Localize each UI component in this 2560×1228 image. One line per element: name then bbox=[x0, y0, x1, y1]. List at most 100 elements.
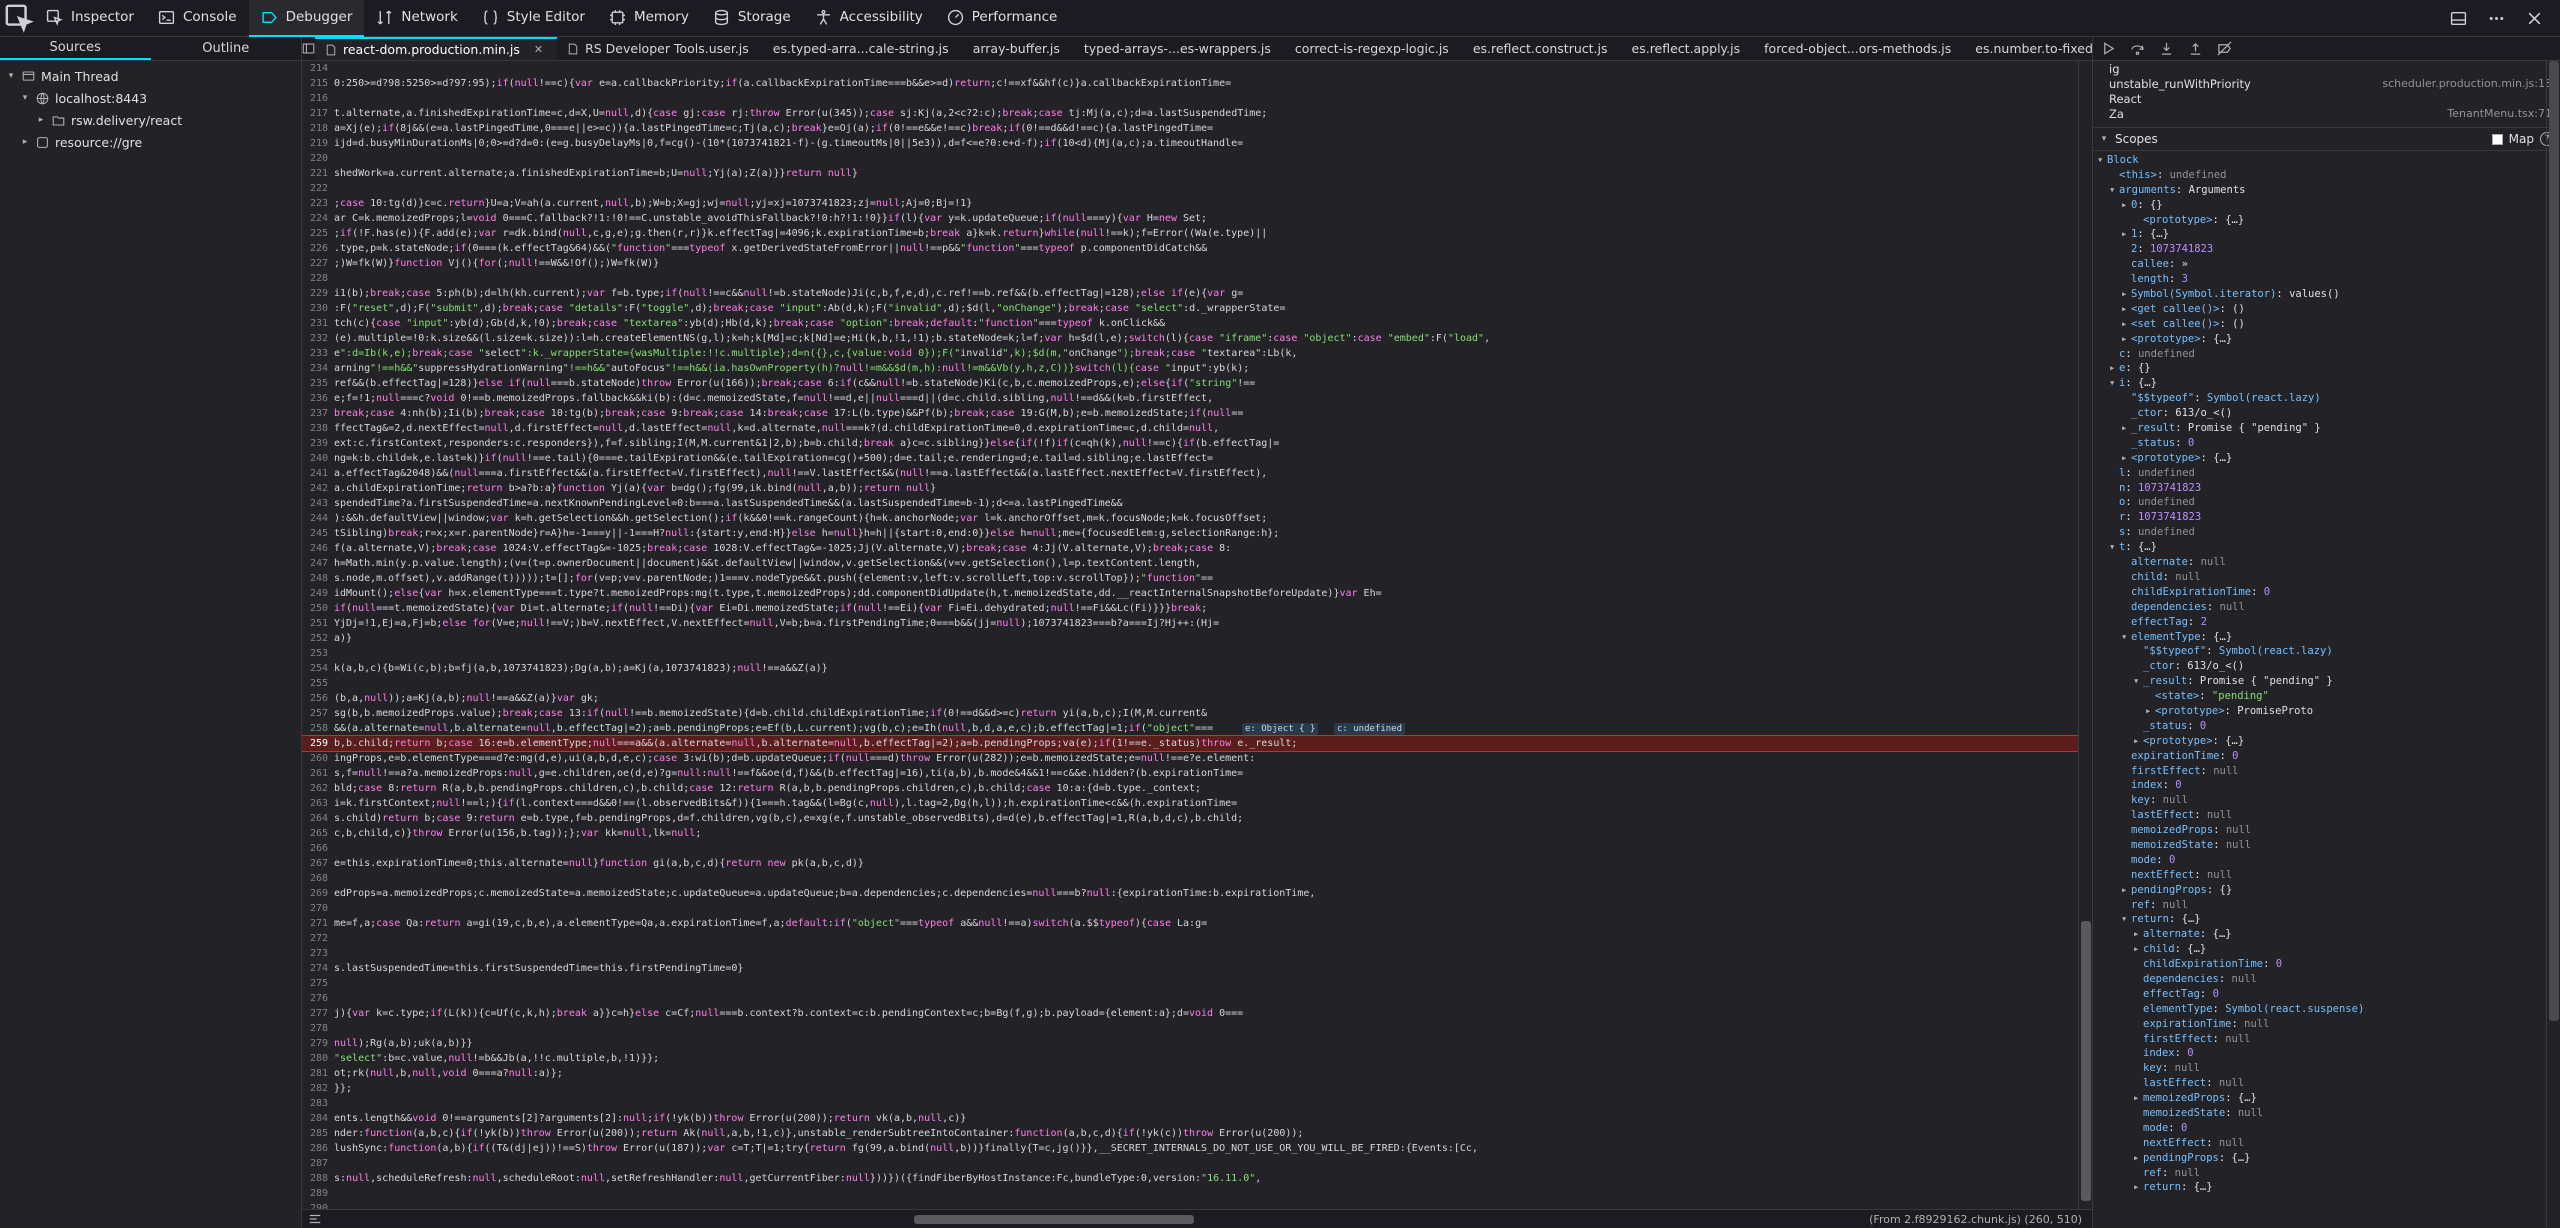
line-number[interactable]: 283 bbox=[302, 1096, 328, 1111]
line-number[interactable]: 223 bbox=[302, 196, 328, 211]
scope-entry[interactable]: _ctor: 613/o_<() bbox=[2093, 659, 2560, 674]
scope-entry[interactable]: ▾ i: {…} bbox=[2093, 376, 2560, 391]
scope-entry[interactable]: <state>: "pending" bbox=[2093, 689, 2560, 704]
line-number[interactable]: 272 bbox=[302, 931, 328, 946]
line-number[interactable]: 263 bbox=[302, 796, 328, 811]
source-tab[interactable]: es.reflect.construct.js bbox=[1463, 37, 1622, 60]
scope-entry[interactable]: mode: 0 bbox=[2093, 1121, 2560, 1136]
line-number[interactable]: 241 bbox=[302, 466, 328, 481]
code-line[interactable]: 234 arning"!==h&&"suppressHydrationWarnin… bbox=[302, 361, 2078, 376]
code-line[interactable]: 220 bbox=[302, 151, 2078, 166]
close-tab-icon[interactable]: ✕ bbox=[534, 43, 543, 56]
code-line[interactable]: 257 sg(b,b.memoizedProps.value);break;cas… bbox=[302, 706, 2078, 721]
more-options-icon[interactable] bbox=[2486, 8, 2506, 28]
scope-entry[interactable]: ▸ alternate: {…} bbox=[2093, 927, 2560, 942]
scope-entry[interactable]: ▸ return: {…} bbox=[2093, 1180, 2560, 1195]
code-line[interactable]: 253 bbox=[302, 646, 2078, 661]
line-number[interactable]: 227 bbox=[302, 256, 328, 271]
code-line[interactable]: 247 h=Math.min(y.p.value.length);(v=(t=p.… bbox=[302, 556, 2078, 571]
dock-icon[interactable] bbox=[2448, 8, 2468, 28]
scope-entry[interactable]: ref: null bbox=[2093, 898, 2560, 913]
scope-entry[interactable]: ▸ <prototype>: {…} bbox=[2093, 451, 2560, 466]
line-number[interactable]: 262 bbox=[302, 781, 328, 796]
line-number[interactable]: 264 bbox=[302, 811, 328, 826]
code-line[interactable]: 221 shedWork=a.current.alternate;a.finish… bbox=[302, 166, 2078, 181]
line-number[interactable]: 280 bbox=[302, 1051, 328, 1066]
line-number[interactable]: 257 bbox=[302, 706, 328, 721]
code-line[interactable]: 267 e=this.expirationTime=0;this.alternat… bbox=[302, 856, 2078, 871]
line-number[interactable]: 242 bbox=[302, 481, 328, 496]
code-line[interactable]: 233 e":d=Ib(k,e);break;case "select":k._w… bbox=[302, 346, 2078, 361]
code-line[interactable]: 275 bbox=[302, 976, 2078, 991]
tab-style-editor[interactable]: Style Editor bbox=[470, 0, 597, 37]
line-number[interactable]: 255 bbox=[302, 676, 328, 691]
tab-sources[interactable]: Sources bbox=[0, 37, 151, 60]
line-number[interactable]: 278 bbox=[302, 1021, 328, 1036]
code-line[interactable]: 229 i1(b);break;case 5:ph(b);d=lh(kh.curr… bbox=[302, 286, 2078, 301]
scope-entry[interactable]: ▸ <get callee()>: () bbox=[2093, 302, 2560, 317]
scope-entry[interactable]: expirationTime: 0 bbox=[2093, 749, 2560, 764]
close-icon[interactable] bbox=[2524, 8, 2544, 28]
code-line[interactable]: 222 bbox=[302, 181, 2078, 196]
code-line[interactable]: 242 a.childExpirationTime;return b>a?b:a}… bbox=[302, 481, 2078, 496]
scope-entry[interactable]: nextEffect: null bbox=[2093, 1136, 2560, 1151]
code-line[interactable]: 245 tSibling)break;r=x;x=r.parentNode}r=A… bbox=[302, 526, 2078, 541]
code-line[interactable]: 216 bbox=[302, 91, 2078, 106]
scope-entry[interactable]: child: null bbox=[2093, 570, 2560, 585]
tab-console[interactable]: Console bbox=[146, 0, 249, 37]
line-number[interactable]: 217 bbox=[302, 106, 328, 121]
code-line[interactable]: 265 c,b,child,c)}throw Error(u(156,b.tag)… bbox=[302, 826, 2078, 841]
line-number[interactable]: 289 bbox=[302, 1186, 328, 1201]
scope-entry[interactable]: ▸ child: {…} bbox=[2093, 942, 2560, 957]
scope-entry[interactable]: c: undefined bbox=[2093, 347, 2560, 362]
call-stack-frame[interactable]: ig bbox=[2093, 61, 2560, 76]
line-number[interactable]: 273 bbox=[302, 946, 328, 961]
line-number[interactable]: 288 bbox=[302, 1171, 328, 1186]
code-line[interactable]: 264 s.child)return b;case 9:return e=b.ty… bbox=[302, 811, 2078, 826]
step-out-icon[interactable] bbox=[2188, 41, 2203, 56]
scope-entry[interactable]: ▾ elementType: {…} bbox=[2093, 630, 2560, 645]
deactivate-breakpoints-icon[interactable] bbox=[2217, 41, 2232, 56]
line-number[interactable]: 258 bbox=[302, 721, 328, 736]
code-line[interactable]: 289 bbox=[302, 1186, 2078, 1201]
scope-entry[interactable]: ▾ return: {…} bbox=[2093, 912, 2560, 927]
scope-entry[interactable]: nextEffect: null bbox=[2093, 868, 2560, 883]
code-line[interactable]: 282}}; bbox=[302, 1081, 2078, 1096]
inline-preview-e[interactable]: e: Object { } bbox=[1242, 723, 1319, 735]
scope-entry[interactable]: n: 1073741823 bbox=[2093, 481, 2560, 496]
scope-entry[interactable]: callee: » bbox=[2093, 257, 2560, 272]
line-number[interactable]: 260 bbox=[302, 751, 328, 766]
tree-item-resource-gre[interactable]: ▸ resource://gre bbox=[0, 131, 301, 153]
line-number[interactable]: 248 bbox=[302, 571, 328, 586]
code-line[interactable]: 241 a.effectTag&2048)&&(null===a.firstEff… bbox=[302, 466, 2078, 481]
scope-entry[interactable]: l: undefined bbox=[2093, 466, 2560, 481]
scope-entry[interactable]: firstEffect: null bbox=[2093, 1032, 2560, 1047]
tab-memory[interactable]: Memory bbox=[597, 0, 701, 37]
call-stack-frame[interactable]: Za TenantMenu.tsx:71 bbox=[2093, 106, 2560, 121]
line-number[interactable]: 232 bbox=[302, 331, 328, 346]
tab-debugger[interactable]: Debugger bbox=[248, 0, 365, 37]
line-number[interactable]: 221 bbox=[302, 166, 328, 181]
scope-entry[interactable]: ref: null bbox=[2093, 1166, 2560, 1181]
line-number[interactable]: 236 bbox=[302, 391, 328, 406]
line-number[interactable]: 290 bbox=[302, 1201, 328, 1209]
tree-item-localhost[interactable]: ▾ localhost:8443 bbox=[0, 87, 301, 109]
scope-entry[interactable]: ▾ t: {…} bbox=[2093, 540, 2560, 555]
map-checkbox[interactable] bbox=[2491, 133, 2503, 145]
call-stack-frame[interactable]: React bbox=[2093, 91, 2560, 106]
source-tab[interactable]: correct-is-regexp-logic.js bbox=[1285, 37, 1463, 60]
inline-preview-c[interactable]: c: undefined bbox=[1334, 723, 1406, 735]
line-number[interactable]: 282 bbox=[302, 1081, 328, 1096]
code-line[interactable]: 243 spendedTime?a.firstSuspendedTime=a.ne… bbox=[302, 496, 2078, 511]
scope-entry[interactable]: ▸ 0: {} bbox=[2093, 198, 2560, 213]
tab-network[interactable]: Network bbox=[364, 0, 469, 37]
line-number[interactable]: 218 bbox=[302, 121, 328, 136]
code-line[interactable]: 258 &&(a.alternate=null,b.alternate=null,… bbox=[302, 721, 2078, 736]
code-line[interactable]: 249 idMount();else{var h=x.elementType===… bbox=[302, 586, 2078, 601]
scope-entry[interactable]: ▸ <prototype>: {…} bbox=[2093, 734, 2560, 749]
scope-entry[interactable]: firstEffect: null bbox=[2093, 764, 2560, 779]
scope-entry[interactable]: memoizedProps: null bbox=[2093, 823, 2560, 838]
code-line[interactable]: 263 i=k.firstContext;null!==l;){if(l.cont… bbox=[302, 796, 2078, 811]
line-number[interactable]: 245 bbox=[302, 526, 328, 541]
scope-entry[interactable]: 2: 1073741823 bbox=[2093, 242, 2560, 257]
